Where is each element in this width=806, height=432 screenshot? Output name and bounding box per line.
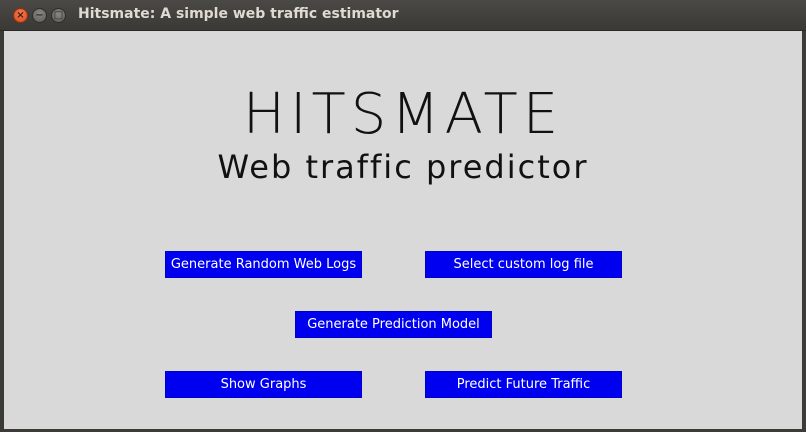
select-custom-log-file-button[interactable]: Select custom log file xyxy=(425,251,622,278)
app-subheading: Web traffic predictor xyxy=(217,148,589,186)
window-title: Hitsmate: A simple web traffic estimator xyxy=(78,6,399,22)
maximize-window-icon[interactable]: □ xyxy=(51,8,66,23)
app-heading: HITSMATE xyxy=(242,82,564,147)
main-content: HITSMATE Web traffic predictor Generate … xyxy=(4,31,802,429)
minimize-window-icon[interactable]: − xyxy=(32,8,47,23)
show-graphs-button[interactable]: Show Graphs xyxy=(165,371,362,398)
generate-prediction-model-button[interactable]: Generate Prediction Model xyxy=(295,311,492,338)
generate-random-web-logs-button[interactable]: Generate Random Web Logs xyxy=(165,251,362,278)
close-window-icon[interactable]: × xyxy=(13,8,28,23)
app-window: × − □ Hitsmate: A simple web traffic est… xyxy=(0,0,806,432)
predict-future-traffic-button[interactable]: Predict Future Traffic xyxy=(425,371,622,398)
title-bar[interactable]: × − □ Hitsmate: A simple web traffic est… xyxy=(0,0,806,31)
